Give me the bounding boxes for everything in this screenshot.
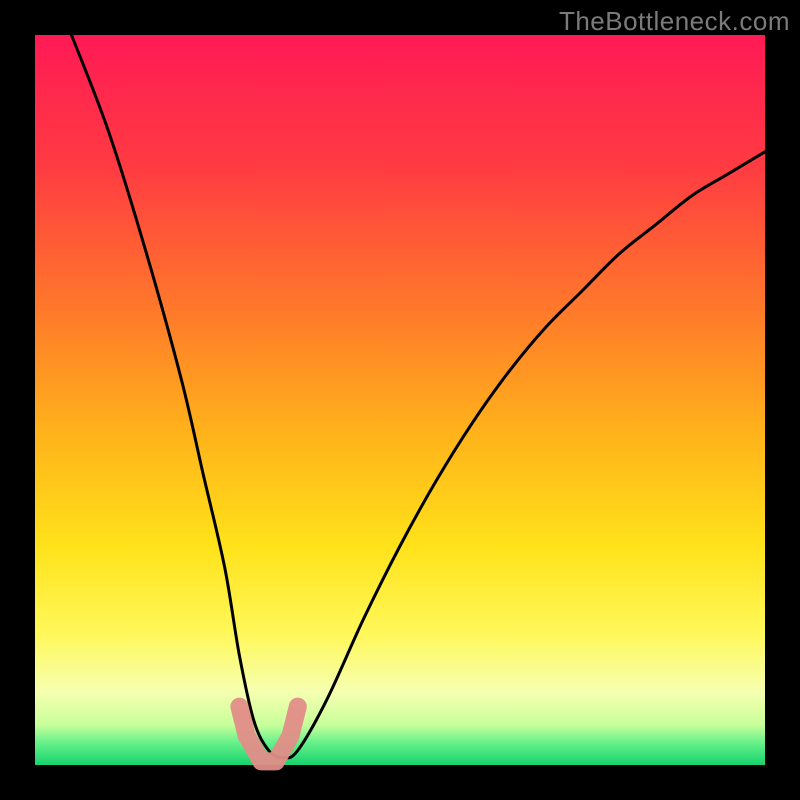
watermark-text: TheBottleneck.com: [559, 6, 790, 37]
bottleneck-chart: [0, 0, 800, 800]
chart-frame: TheBottleneck.com: [0, 0, 800, 800]
gradient-background: [35, 35, 765, 765]
